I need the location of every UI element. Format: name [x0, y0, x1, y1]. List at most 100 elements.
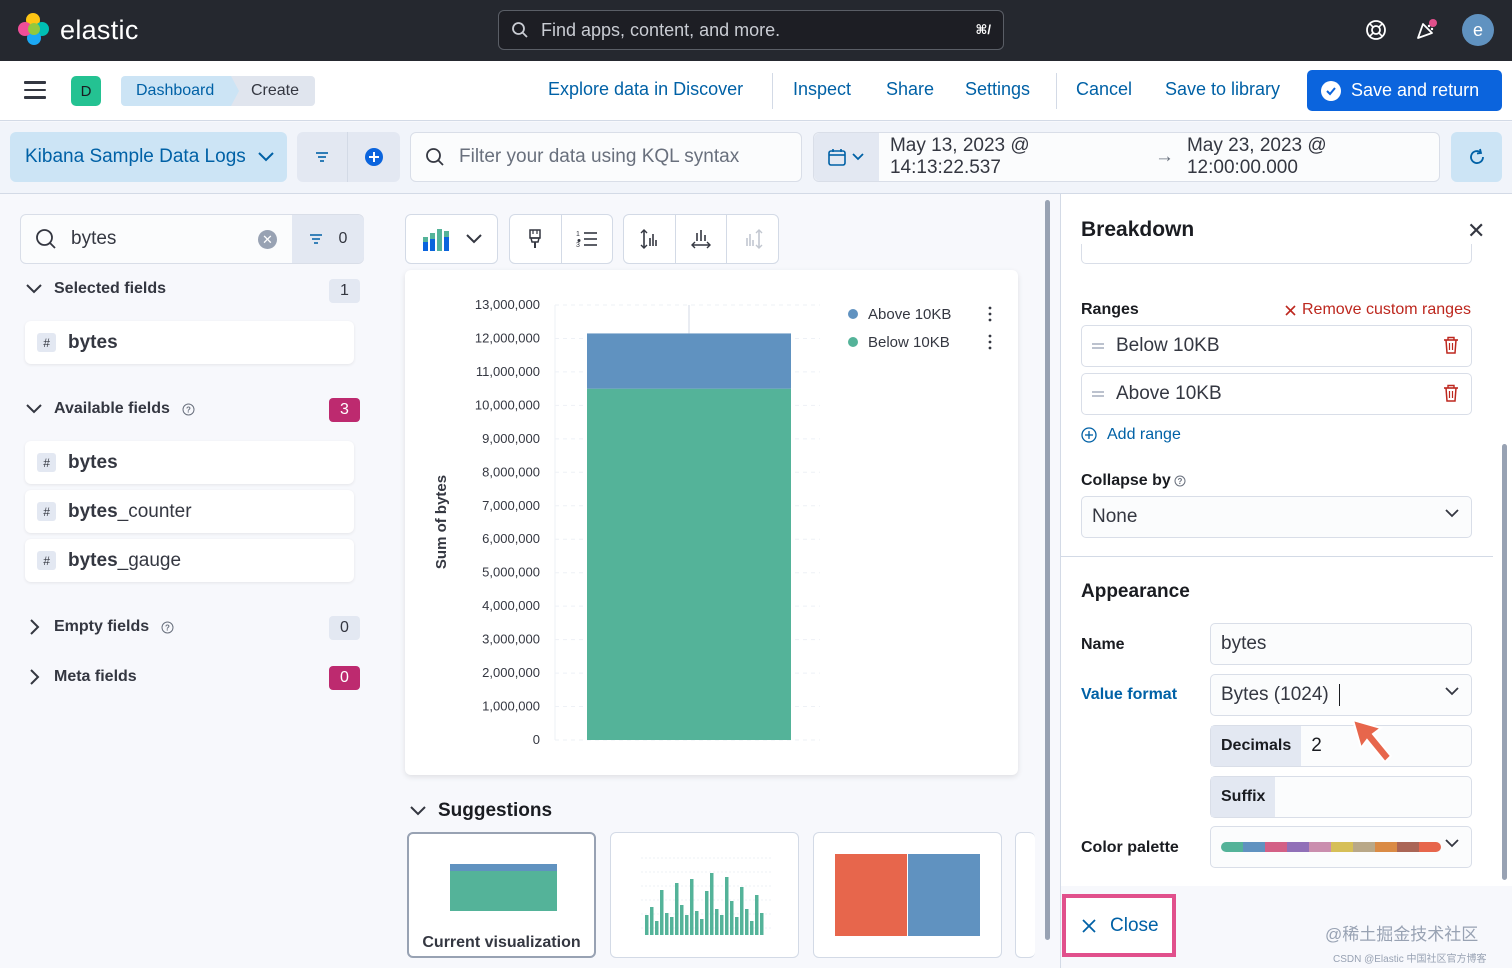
drag-handle-icon[interactable]: [1092, 342, 1104, 350]
menu-icon[interactable]: [24, 81, 46, 99]
drag-handle-icon[interactable]: [1092, 390, 1104, 398]
chart-type-switcher[interactable]: [405, 214, 498, 264]
empty-fields-toggle[interactable]: Empty fields ?: [26, 618, 174, 636]
suggestion-partial[interactable]: [1015, 832, 1035, 958]
start-date[interactable]: May 13, 2023 @ 14:13:22.537: [890, 135, 1142, 179]
remove-custom-ranges-link[interactable]: Remove custom ranges: [1285, 301, 1471, 319]
chart-type-button[interactable]: [406, 215, 497, 263]
palette-color: [1309, 842, 1331, 852]
field-item-bytes[interactable]: # bytes: [25, 441, 354, 484]
field-name-rest: _gauge: [117, 549, 182, 571]
cross-icon: [1285, 304, 1296, 316]
add-range-button[interactable]: Add range: [1081, 426, 1181, 444]
axis-options-group: [623, 214, 779, 264]
svg-text:1: 1: [576, 231, 580, 238]
ranges-label: Ranges: [1081, 301, 1139, 318]
question-icon: ?: [182, 403, 195, 415]
visual-options-icon[interactable]: [510, 215, 562, 263]
save-and-return-button[interactable]: Save and return: [1307, 70, 1502, 111]
selected-fields-toggle[interactable]: Selected fields: [26, 280, 166, 298]
suggestions-toggle[interactable]: Suggestions: [410, 800, 552, 822]
filter-menu-icon[interactable]: [297, 132, 348, 182]
close-icon[interactable]: ✕: [1467, 218, 1485, 244]
clear-icon[interactable]: ✕: [258, 230, 277, 249]
cancel-link[interactable]: Cancel: [1076, 79, 1132, 100]
field-type-filter-button[interactable]: 0: [292, 215, 364, 263]
legend-menu-icon: [988, 318, 992, 322]
histogram-bar: [705, 891, 709, 935]
share-link[interactable]: Share: [886, 79, 934, 100]
settings-link[interactable]: Settings: [965, 79, 1030, 100]
legend-menu-icon: [988, 340, 992, 344]
close-button[interactable]: Close: [1062, 894, 1176, 957]
brand-name: elastic: [60, 14, 139, 45]
global-search-input[interactable]: Find apps, content, and more. ⌘/: [498, 10, 1004, 50]
close-label: Close: [1110, 914, 1159, 936]
end-date[interactable]: May 23, 2023 @ 12:00:00.000: [1187, 135, 1439, 179]
kql-query-input[interactable]: Filter your data using KQL syntax: [410, 132, 802, 182]
elastic-logo-icon: [18, 13, 52, 47]
field-search-input[interactable]: bytes ✕ 0: [20, 214, 364, 264]
legend-options-icon[interactable]: 13: [562, 215, 613, 263]
histogram-bar: [700, 919, 704, 935]
available-fields-label: Available fields: [54, 400, 170, 417]
field-item-bytes-counter[interactable]: # bytes_counter: [25, 490, 354, 533]
refresh-button[interactable]: [1451, 132, 1502, 182]
user-avatar[interactable]: e: [1462, 14, 1494, 46]
value-format-select[interactable]: Bytes (1024): [1210, 674, 1472, 716]
help-icon[interactable]: [1361, 15, 1391, 45]
add-filter-icon[interactable]: [348, 132, 399, 182]
current-visualization-thumbnail: [450, 864, 557, 911]
y-tick-label: 4,000,000: [482, 598, 540, 613]
color-palette-select[interactable]: [1210, 826, 1472, 868]
available-fields-toggle[interactable]: Available fields ?: [26, 400, 195, 418]
number-type-icon: #: [37, 453, 56, 472]
text-cursor: [1338, 684, 1341, 706]
style-legend-group: 13: [509, 214, 613, 264]
meta-fields-toggle[interactable]: Meta fields: [26, 668, 137, 686]
inspect-link[interactable]: Inspect: [793, 79, 851, 100]
workspace-scrollbar[interactable]: [1045, 200, 1050, 940]
range-row[interactable]: Above 10KB: [1081, 373, 1472, 415]
save-and-return-label: Save and return: [1351, 80, 1480, 100]
trash-icon[interactable]: [1443, 336, 1459, 354]
news-feed-icon[interactable]: [1411, 15, 1441, 45]
chart-panel: 0 1,000,000 2,000,000 3,000,000 4,000,000 5,0…: [405, 270, 1018, 775]
decimals-input[interactable]: Decimals 2: [1210, 725, 1472, 767]
field-name-match: bytes: [68, 331, 118, 353]
field-item-bytes-gauge[interactable]: # bytes_gauge: [25, 539, 354, 582]
suggestion-current[interactable]: Current visualization: [407, 832, 596, 958]
trash-icon[interactable]: [1443, 384, 1459, 402]
chevron-down-icon: [1445, 839, 1459, 848]
collapse-by-select[interactable]: None: [1081, 496, 1472, 538]
save-to-library-link[interactable]: Save to library: [1165, 79, 1280, 100]
empty-fields-label: Empty fields: [54, 618, 150, 635]
suffix-input[interactable]: Suffix: [1210, 776, 1472, 818]
suggestion-treemap[interactable]: [813, 832, 1002, 958]
remove-custom-ranges-label: Remove custom ranges: [1302, 301, 1471, 318]
field-name-match: bytes: [68, 549, 118, 571]
quick-select-button[interactable]: [814, 133, 879, 181]
legend-label: Below 10KB: [868, 334, 950, 351]
y-tick-label: 2,000,000: [482, 665, 540, 680]
data-view-label: Kibana Sample Data Logs: [25, 146, 246, 167]
explore-discover-link[interactable]: Explore data in Discover: [548, 79, 743, 100]
elastic-logo[interactable]: elastic: [18, 13, 139, 47]
suggestion-histogram[interactable]: [610, 832, 799, 958]
chevron-down-icon: [26, 284, 42, 294]
flyout-scrollbar[interactable]: [1502, 444, 1507, 880]
left-axis-icon[interactable]: [624, 215, 676, 263]
range-row[interactable]: Below 10KB: [1081, 325, 1472, 367]
data-view-picker[interactable]: Kibana Sample Data Logs: [10, 132, 287, 182]
range-label: Above 10KB: [1116, 383, 1222, 404]
field-item-bytes-selected[interactable]: # bytes: [25, 321, 354, 364]
space-avatar[interactable]: D: [71, 76, 101, 106]
global-search-placeholder: Find apps, content, and more.: [541, 19, 781, 40]
bar-chart: 0 1,000,000 2,000,000 3,000,000 4,000,000 5,0…: [433, 297, 992, 747]
chevron-down-icon: [410, 806, 426, 816]
bottom-axis-icon[interactable]: [676, 215, 727, 263]
name-input[interactable]: bytes: [1210, 623, 1472, 665]
nav-divider: [772, 73, 773, 109]
color-palette-label: Color palette: [1081, 839, 1179, 856]
breadcrumb-dashboard[interactable]: Dashboard: [121, 76, 241, 106]
